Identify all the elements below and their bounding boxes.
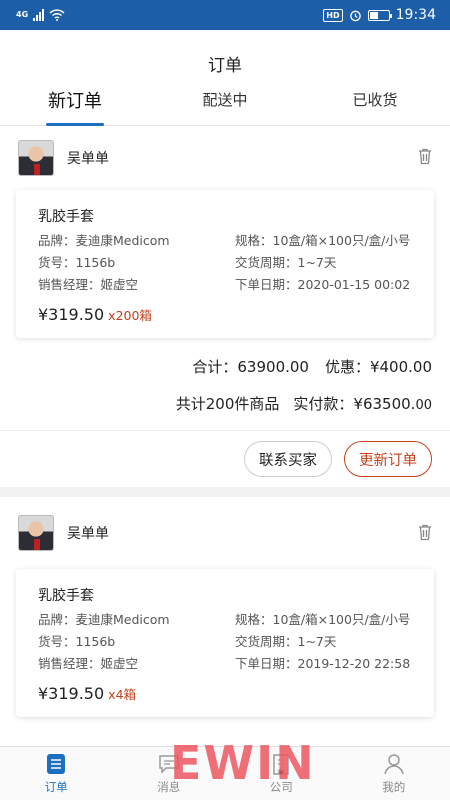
buyer-name: 吴单单 bbox=[67, 526, 109, 542]
buyer-name: 吴单单 bbox=[67, 151, 109, 167]
product-sku: 货号：1156b bbox=[38, 255, 116, 270]
trash-icon[interactable] bbox=[418, 148, 432, 165]
paid-amount-decimal: 00 bbox=[415, 398, 432, 413]
order-actions: 联系买家 更新订单 bbox=[0, 431, 450, 487]
order-header: 吴单单 bbox=[0, 126, 450, 190]
product-card[interactable]: 乳胶手套 品牌：麦迪康Medicom 规格：10盒/箱×100只/盒/小号 货号… bbox=[16, 569, 434, 717]
network-type: 4G bbox=[16, 10, 29, 19]
paid-amount: ¥63500. bbox=[353, 395, 416, 413]
sales-manager: 销售经理：姬虚空 bbox=[38, 277, 139, 292]
item-count: 共计200件商品 bbox=[175, 395, 280, 413]
tab-received[interactable]: 已收货 bbox=[300, 84, 450, 126]
unit-price: ¥319.50 bbox=[38, 684, 105, 703]
tab-shipping[interactable]: 配送中 bbox=[150, 84, 300, 126]
product-lead-time: 交货周期：1~7天 bbox=[235, 634, 337, 649]
tab-company[interactable]: 公司 bbox=[225, 747, 338, 800]
page-title: 订单 bbox=[208, 56, 242, 76]
order-summary: 合计：63900.00 优惠：¥400.00 共计200件商品 实付款：¥63500… bbox=[0, 338, 450, 430]
tab-label: 公司 bbox=[269, 780, 293, 794]
tab-orders[interactable]: 订单 bbox=[0, 747, 113, 800]
order-tabs: 新订单 配送中 已收货 bbox=[0, 84, 450, 126]
hd-badge: HD bbox=[323, 8, 343, 22]
alarm-icon bbox=[349, 10, 361, 21]
sales-manager: 销售经理：姬虚空 bbox=[38, 656, 139, 671]
order-icon bbox=[47, 754, 66, 774]
product-brand: 品牌：麦迪康Medicom bbox=[38, 612, 170, 627]
order-date: 下单日期：2020-01-15 00:02 bbox=[235, 277, 411, 292]
tab-profile[interactable]: 我的 bbox=[338, 747, 450, 800]
product-spec: 规格：10盒/箱×100只/盒/小号 bbox=[235, 612, 411, 627]
paid-label: 实付款： bbox=[293, 395, 354, 413]
tab-new-orders[interactable]: 新订单 bbox=[0, 84, 150, 126]
quantity: x4箱 bbox=[108, 687, 137, 702]
order-list[interactable]: 吴单单 乳胶手套 品牌：麦迪康Medicom 规格：10盒/箱×100只/盒/小… bbox=[0, 126, 450, 746]
buyer-avatar bbox=[18, 140, 54, 176]
product-brand: 品牌：麦迪康Medicom bbox=[38, 233, 170, 248]
tab-messages[interactable]: 消息 bbox=[113, 747, 226, 800]
signal-icon bbox=[33, 9, 45, 21]
unit-price: ¥319.50 bbox=[38, 305, 105, 324]
profile-icon bbox=[384, 754, 404, 775]
product-sku: 货号：1156b bbox=[38, 634, 116, 649]
order-date: 下单日期：2019-12-20 22:58 bbox=[235, 656, 411, 671]
tab-label: 我的 bbox=[382, 780, 406, 794]
tab-label: 消息 bbox=[157, 780, 181, 794]
contact-buyer-button[interactable]: 联系买家 bbox=[244, 441, 332, 477]
quantity: x200箱 bbox=[108, 308, 152, 323]
order-item: 吴单单 乳胶手套 品牌：麦迪康Medicom 规格：10盒/箱×100只/盒/小… bbox=[0, 497, 450, 746]
message-icon bbox=[159, 755, 179, 774]
order-total: 合计：63900.00 bbox=[192, 358, 309, 376]
order-discount: 优惠：¥400.00 bbox=[324, 358, 432, 376]
wifi-icon bbox=[49, 9, 65, 21]
tab-label: 订单 bbox=[44, 780, 68, 794]
buyer-avatar bbox=[18, 515, 54, 551]
product-name: 乳胶手套 bbox=[38, 209, 94, 225]
order-item: 吴单单 乳胶手套 品牌：麦迪康Medicom 规格：10盒/箱×100只/盒/小… bbox=[0, 126, 450, 487]
clock: 19:34 bbox=[395, 7, 436, 23]
product-name: 乳胶手套 bbox=[38, 588, 94, 604]
bottom-tab-bar: 订单 消息 公司 我的 bbox=[0, 746, 450, 800]
page-header: 订单 新订单 配送中 已收货 bbox=[0, 30, 450, 126]
trash-icon[interactable] bbox=[418, 524, 432, 541]
status-bar: 4G HD 19:34 bbox=[0, 0, 450, 30]
product-lead-time: 交货周期：1~7天 bbox=[235, 255, 337, 270]
product-spec: 规格：10盒/箱×100只/盒/小号 bbox=[235, 233, 411, 248]
update-order-button[interactable]: 更新订单 bbox=[344, 441, 432, 477]
battery-icon bbox=[367, 9, 392, 21]
order-header: 吴单单 bbox=[0, 497, 450, 569]
company-icon bbox=[273, 754, 289, 775]
product-card[interactable]: 乳胶手套 品牌：麦迪康Medicom 规格：10盒/箱×100只/盒/小号 货号… bbox=[16, 190, 434, 338]
